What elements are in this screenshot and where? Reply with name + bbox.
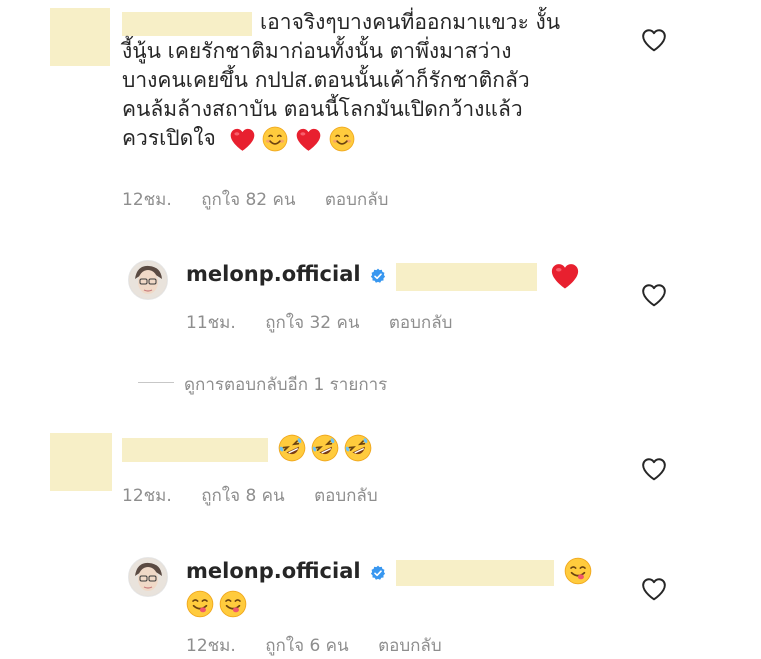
username-link[interactable]: melonp.official xyxy=(186,262,361,286)
like-heart-icon[interactable] xyxy=(641,28,667,52)
mention-redacted[interactable] xyxy=(396,560,554,586)
comment-line: คนล้มล้างสถาบัน ตอนนี้โลกมันเปิดกว้างแล้… xyxy=(122,97,523,121)
like-heart-icon[interactable] xyxy=(641,283,667,307)
comment-line-text: ควรเปิดใจ xyxy=(122,126,216,150)
avatar[interactable] xyxy=(128,260,168,300)
red-heart-emoji xyxy=(229,127,256,152)
yum-emoji xyxy=(186,590,214,618)
avatar-photo-icon xyxy=(129,261,167,299)
comment-meta: 12ชม. ถูกใจ 82 คน ตอบกลับ xyxy=(122,186,412,213)
avatar-redacted[interactable] xyxy=(50,8,110,66)
smiling-emoji xyxy=(329,126,355,152)
comment-line: ควรเปิดใจ xyxy=(122,124,622,153)
reply-button[interactable]: ตอบกลับ xyxy=(378,636,442,656)
username-link[interactable]: melonp.official xyxy=(186,559,361,583)
comment-time: 12ชม. xyxy=(122,486,172,506)
avatar-photo-icon xyxy=(129,558,167,596)
comment-time: 12ชม. xyxy=(122,190,172,210)
like-count-link[interactable]: ถูกใจ 82 คน xyxy=(201,190,295,210)
smiling-emoji xyxy=(262,126,288,152)
yum-emoji xyxy=(219,590,247,618)
reply-button[interactable]: ตอบกลับ xyxy=(325,190,389,210)
like-count-link[interactable]: ถูกใจ 32 คน xyxy=(265,313,359,333)
verified-badge-icon xyxy=(370,268,386,284)
comment-meta: 12ชม. ถูกใจ 8 คน ตอบกลับ xyxy=(122,482,402,509)
comment-line: งี้นู้น เคยรักชาติมาก่อนทั้งนั้น ตาพึ่งม… xyxy=(122,39,512,63)
comment-line: เอาจริงๆบางคนที่ออกมาแขวะ งั้น xyxy=(260,10,561,34)
view-more-replies-button[interactable]: ดูการตอบกลับอีก 1 รายการ xyxy=(184,371,387,398)
comment-text xyxy=(278,434,372,462)
red-heart-emoji xyxy=(550,262,580,290)
reply-button[interactable]: ตอบกลับ xyxy=(314,486,378,506)
username-redacted[interactable] xyxy=(122,438,268,462)
comment-time: 11ชม. xyxy=(186,313,236,333)
mention-redacted[interactable] xyxy=(396,263,537,291)
view-replies-divider xyxy=(138,382,174,383)
comment-time: 12ชม. xyxy=(186,636,236,656)
rolling-laughing-emoji xyxy=(344,434,372,462)
like-count-link[interactable]: ถูกใจ 6 คน xyxy=(265,636,348,656)
like-heart-icon[interactable] xyxy=(641,577,667,601)
comment-text xyxy=(186,590,247,618)
reply-button[interactable]: ตอบกลับ xyxy=(389,313,453,333)
comment-line: บางคนเคยขึ้น กปปส.ตอนนั้นเค้าก็รักชาติกล… xyxy=(122,68,530,92)
avatar[interactable] xyxy=(128,557,168,597)
comment-text: เอาจริงๆบางคนที่ออกมาแขวะ งั้น งี้นู้น เ… xyxy=(122,8,622,153)
comment-meta: 11ชม. ถูกใจ 32 คน ตอบกลับ xyxy=(186,309,476,336)
like-count-link[interactable]: ถูกใจ 8 คน xyxy=(201,486,284,506)
verified-badge-icon xyxy=(370,565,386,581)
like-heart-icon[interactable] xyxy=(641,457,667,481)
rolling-laughing-emoji xyxy=(278,434,306,462)
avatar-redacted[interactable] xyxy=(50,433,112,491)
red-heart-emoji xyxy=(295,127,322,152)
comment-meta: 12ชม. ถูกใจ 6 คน ตอบกลับ xyxy=(186,632,466,659)
yum-emoji xyxy=(564,557,592,585)
rolling-laughing-emoji xyxy=(311,434,339,462)
